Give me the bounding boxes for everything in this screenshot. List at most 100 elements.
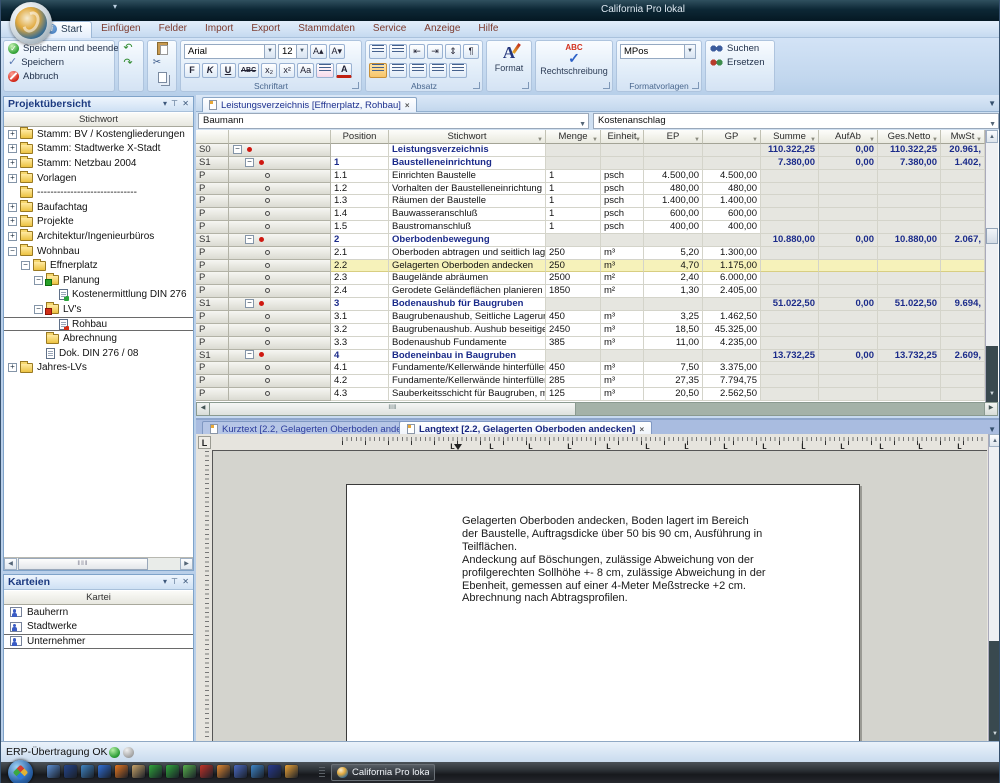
- scroll-thumb[interactable]: [986, 228, 998, 244]
- cell-gp[interactable]: [703, 144, 761, 157]
- card-column-header[interactable]: Kartei: [4, 590, 193, 605]
- cell-mw[interactable]: [941, 170, 985, 183]
- cell-ei[interactable]: m³: [601, 324, 644, 337]
- font-size-dropdown-icon[interactable]: ▼: [296, 45, 307, 58]
- cell-pos[interactable]: 1.3: [331, 195, 389, 208]
- cell-st[interactable]: Bodeneinbau in Baugruben: [389, 350, 546, 363]
- cell-gp[interactable]: [703, 157, 761, 170]
- tree-item[interactable]: +Architektur/Ingenieurbüros: [4, 229, 193, 244]
- tree-item[interactable]: +Projekte: [4, 215, 193, 230]
- font-name-select[interactable]: Arial▼: [184, 44, 276, 59]
- style-dropdown-icon[interactable]: ▼: [684, 45, 695, 58]
- filter-dropdown-icon[interactable]: ▼: [592, 134, 598, 145]
- tree-item[interactable]: +Baufachtag: [4, 200, 193, 215]
- cell-ep[interactable]: [644, 234, 703, 247]
- quicklaunch-icon[interactable]: [98, 765, 111, 778]
- cell-ep[interactable]: 4,70: [644, 260, 703, 273]
- table-row[interactable]: P2.2Gelagerten Oberboden andecken250m³4,…: [196, 260, 1000, 273]
- quicklaunch-icon[interactable]: [149, 765, 162, 778]
- cell-su[interactable]: [761, 375, 819, 388]
- expand-icon[interactable]: +: [8, 174, 17, 183]
- column-header-einheit[interactable]: Einheit▼: [601, 130, 644, 144]
- cell-ep[interactable]: 18,50: [644, 324, 703, 337]
- cell-ep[interactable]: [644, 157, 703, 170]
- borders-button[interactable]: [449, 63, 467, 78]
- cell-gp[interactable]: 2.562,50: [703, 388, 761, 401]
- cell-mw[interactable]: [941, 311, 985, 324]
- cell-su[interactable]: [761, 170, 819, 183]
- filter-dropdown-icon[interactable]: ▼: [752, 134, 758, 145]
- cell-ei[interactable]: m³: [601, 337, 644, 350]
- table-row[interactable]: P3.2Baugrubenaushub. Aushub beseitigen24…: [196, 324, 1000, 337]
- cell-su[interactable]: 7.380,00: [761, 157, 819, 170]
- quicklaunch-icon[interactable]: [217, 765, 230, 778]
- table-row[interactable]: P1.5Baustromanschluß1psch400,00400,00: [196, 221, 1000, 234]
- column-header-position[interactable]: Position: [331, 130, 389, 144]
- undo-icon[interactable]: ↶: [119, 41, 137, 56]
- pin-icon[interactable]: ⊤: [171, 577, 178, 586]
- style-select[interactable]: MPos▼: [620, 44, 696, 59]
- cell-au[interactable]: [819, 311, 878, 324]
- expand-icon[interactable]: +: [8, 159, 17, 168]
- align-left-button[interactable]: [369, 63, 387, 78]
- numbered-list-button[interactable]: [389, 44, 407, 59]
- table-row[interactable]: P1.4Bauwasseranschluß1psch600,00600,00: [196, 208, 1000, 221]
- cell-mw[interactable]: [941, 388, 985, 401]
- cell-gp[interactable]: 7.794,75: [703, 375, 761, 388]
- cell-ep[interactable]: 1,30: [644, 285, 703, 298]
- cell-pos[interactable]: 4: [331, 350, 389, 363]
- filter-dropdown-icon[interactable]: ▼: [869, 134, 875, 145]
- column-header-summe[interactable]: Summe▼: [761, 130, 819, 144]
- tab-list-dropdown-icon[interactable]: ▼: [988, 425, 996, 434]
- cell-pos[interactable]: 2.3: [331, 272, 389, 285]
- cell-st[interactable]: Bodenaushub für Baugruben: [389, 298, 546, 311]
- cell-ei[interactable]: [601, 234, 644, 247]
- table-row[interactable]: S1−2Oberbodenbewegung10.880,000,0010.880…: [196, 234, 1000, 247]
- cell-st[interactable]: Fundamente/Kellerwände hinterfüllen.: [389, 375, 546, 388]
- table-row[interactable]: P1.2Vorhalten der Baustelleneinrichtung1…: [196, 183, 1000, 196]
- collapse-icon[interactable]: −: [245, 235, 254, 244]
- cell-su[interactable]: [761, 362, 819, 375]
- cell-mw[interactable]: [941, 247, 985, 260]
- cell-pos[interactable]: 2.4: [331, 285, 389, 298]
- table-row[interactable]: P4.1Fundamente/Kellerwände hinterfüllen.…: [196, 362, 1000, 375]
- grow-font-button[interactable]: A▴: [310, 44, 327, 59]
- cell-gp[interactable]: [703, 350, 761, 363]
- cell-su[interactable]: 51.022,50: [761, 298, 819, 311]
- cell-pos[interactable]: 2: [331, 234, 389, 247]
- dropdown-icon[interactable]: ▼: [579, 118, 586, 129]
- structure-filter-select[interactable]: Baumann ▼: [198, 113, 589, 129]
- cell-gp[interactable]: [703, 234, 761, 247]
- filter-dropdown-icon[interactable]: ▼: [932, 134, 938, 145]
- cell-pos[interactable]: 1: [331, 157, 389, 170]
- quicklaunch-icon[interactable]: [64, 765, 77, 778]
- cell-pos[interactable]: 4.1: [331, 362, 389, 375]
- tree-item[interactable]: Kostenermittlung DIN 276: [4, 288, 193, 303]
- costing-filter-select[interactable]: Kostenanschlag ▼: [593, 113, 999, 129]
- column-header-stichwort[interactable]: Stichwort▼: [389, 130, 546, 144]
- cell-ei[interactable]: m²: [601, 272, 644, 285]
- cell-gn[interactable]: 10.880,00: [878, 234, 941, 247]
- cell-pos[interactable]: 4.3: [331, 388, 389, 401]
- cell-mw[interactable]: [941, 285, 985, 298]
- cell-au[interactable]: [819, 170, 878, 183]
- underline-button[interactable]: U: [220, 63, 236, 78]
- cell-ei[interactable]: m³: [601, 247, 644, 260]
- cell-ep[interactable]: [644, 350, 703, 363]
- cell-st[interactable]: Baugrubenaushub, Seitliche Lagerung: [389, 311, 546, 324]
- filter-dropdown-icon[interactable]: ▼: [810, 134, 816, 145]
- cell-me[interactable]: 2450: [546, 324, 601, 337]
- scroll-thumb[interactable]: ⦀⦀⦀: [210, 403, 576, 415]
- cell-ei[interactable]: [601, 298, 644, 311]
- cell-au[interactable]: [819, 272, 878, 285]
- pilcrow-button[interactable]: ¶: [463, 44, 479, 59]
- align-center-button[interactable]: [389, 63, 407, 78]
- cell-ep[interactable]: 27,35: [644, 375, 703, 388]
- table-row[interactable]: P1.3Räumen der Baustelle1psch1.400,001.4…: [196, 195, 1000, 208]
- cell-gn[interactable]: [878, 260, 941, 273]
- cell-au[interactable]: [819, 221, 878, 234]
- bold-button[interactable]: F: [184, 63, 200, 78]
- paste-icon[interactable]: [157, 42, 168, 55]
- quicklaunch-icon[interactable]: [132, 765, 145, 778]
- cell-ei[interactable]: [601, 144, 644, 157]
